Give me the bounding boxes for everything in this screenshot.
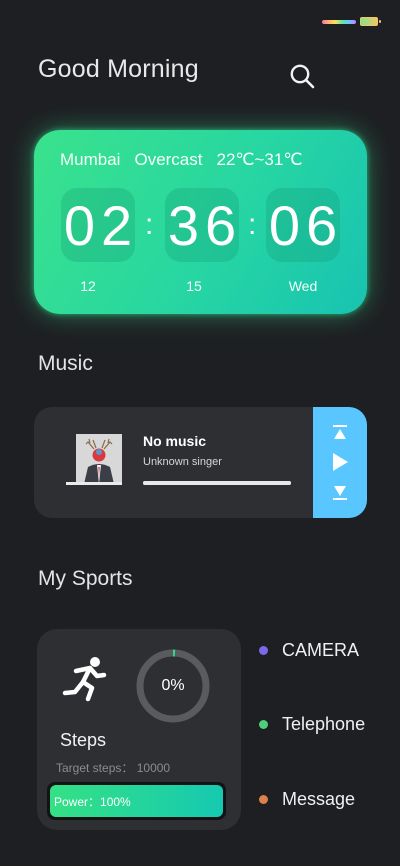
- shortcut-camera-label: CAMERA: [282, 640, 360, 660]
- search-button[interactable]: [286, 60, 318, 92]
- status-bar: [322, 17, 381, 26]
- date-weekday: Wed: [288, 278, 318, 294]
- previous-button[interactable]: [329, 421, 351, 443]
- shortcut-telephone[interactable]: Telephone: [259, 714, 365, 735]
- running-person-icon: [62, 657, 107, 702]
- clock-separator: :: [145, 208, 154, 241]
- music-progress-bar[interactable]: [143, 481, 291, 485]
- weather-temperature: 22℃~31℃: [216, 150, 303, 169]
- music-controls: [313, 407, 367, 518]
- album-base-line: [66, 482, 122, 485]
- weather-city: Mumbai: [60, 150, 121, 169]
- music-player-card[interactable]: No music Unknown singer: [34, 407, 367, 518]
- album-art-image: [76, 434, 122, 484]
- previous-icon: [333, 425, 347, 440]
- sports-card[interactable]: 0% Steps Target steps： 10000 Power：100%: [37, 629, 241, 830]
- next-button[interactable]: [329, 482, 351, 504]
- greeting-title: Good Morning: [38, 55, 199, 83]
- power-bar-fill: Power：100%: [50, 785, 223, 817]
- power-bar: Power：100%: [47, 782, 226, 820]
- shortcut-message-label: Message: [282, 789, 356, 809]
- play-button[interactable]: [329, 451, 351, 473]
- target-steps-value: 10000: [136, 761, 171, 775]
- signal-icon: [322, 19, 356, 24]
- date-day: 15: [186, 278, 202, 294]
- album-cover[interactable]: [76, 434, 122, 484]
- clock-weather-card[interactable]: Mumbai Overcast 22℃~31℃ 02 : 36 : 06 12 …: [34, 130, 367, 314]
- next-icon: [333, 485, 347, 500]
- power-label: Power：100%: [54, 794, 131, 809]
- target-steps-label: Target steps：: [56, 761, 134, 775]
- song-title: No music: [143, 433, 207, 449]
- clock-hours: 02: [61, 188, 135, 262]
- message-dot-icon: [259, 795, 268, 804]
- sports-section-title: My Sports: [38, 567, 133, 590]
- telephone-dot-icon: [259, 720, 268, 729]
- music-progress-fill: [143, 481, 291, 485]
- shortcut-message[interactable]: Message: [259, 789, 355, 810]
- steps-label: Steps: [60, 730, 107, 750]
- camera-dot-icon: [259, 646, 268, 655]
- shortcut-camera[interactable]: CAMERA: [259, 640, 359, 661]
- clock-minutes: 36: [165, 188, 239, 262]
- music-section-title: Music: [38, 352, 93, 375]
- battery-icon: [360, 17, 381, 26]
- singer-name: Unknown singer: [143, 456, 222, 468]
- shortcut-telephone-label: Telephone: [282, 714, 366, 734]
- target-steps: Target steps： 10000: [56, 759, 170, 776]
- steps-progress-percent: 0%: [161, 677, 185, 694]
- play-icon: [333, 453, 348, 472]
- weather-row: Mumbai Overcast 22℃~31℃: [60, 150, 302, 170]
- date-month: 12: [80, 278, 96, 294]
- weather-condition: Overcast: [134, 150, 203, 169]
- clock-separator: :: [248, 208, 257, 241]
- search-icon: [290, 64, 315, 89]
- clock-seconds: 06: [266, 188, 340, 262]
